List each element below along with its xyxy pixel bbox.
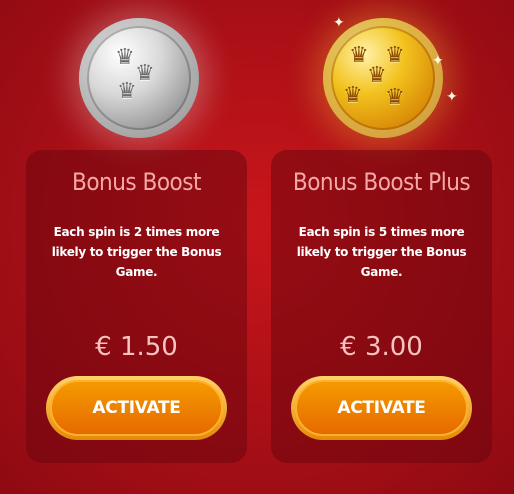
offer-title: Bonus Boost: [72, 168, 201, 196]
bonus-boost-plus-card: Bonus Boost Plus Each spin is 5 times mo…: [271, 150, 492, 463]
offer-title: Bonus Boost Plus: [292, 168, 471, 196]
silver-crown-coin-icon: ♛ ♛ ♛: [79, 18, 199, 138]
offer-description: Each spin is 2 times more likely to trig…: [51, 225, 222, 279]
crown-icon: ♛: [117, 78, 137, 103]
crown-icon: ♛: [367, 62, 387, 87]
sparkle-icon: ✦: [432, 52, 444, 68]
offer-price: € 1.50: [95, 332, 178, 362]
crown-icon: ♛: [385, 42, 405, 67]
activate-button[interactable]: ACTIVATE: [46, 376, 227, 440]
gold-crown-coin-icon: ♛ ♛ ♛ ♛ ♛: [323, 18, 443, 138]
sparkle-icon: ✦: [333, 14, 345, 30]
offer-description: Each spin is 5 times more likely to trig…: [296, 225, 467, 279]
activate-button-label[interactable]: ACTIVATE: [295, 380, 468, 436]
crown-icon: ♛: [115, 44, 135, 69]
crown-icon: ♛: [135, 60, 155, 85]
crown-icon: ♛: [385, 84, 405, 109]
crown-icon: ♛: [349, 42, 369, 67]
bonus-boost-card: Bonus Boost Each spin is 2 times more li…: [26, 150, 247, 463]
activate-button-label[interactable]: ACTIVATE: [50, 380, 223, 436]
sparkle-icon: ✦: [446, 88, 458, 104]
crown-icon: ♛: [343, 82, 363, 107]
activate-button[interactable]: ACTIVATE: [291, 376, 472, 440]
offer-price: € 3.00: [340, 332, 423, 362]
